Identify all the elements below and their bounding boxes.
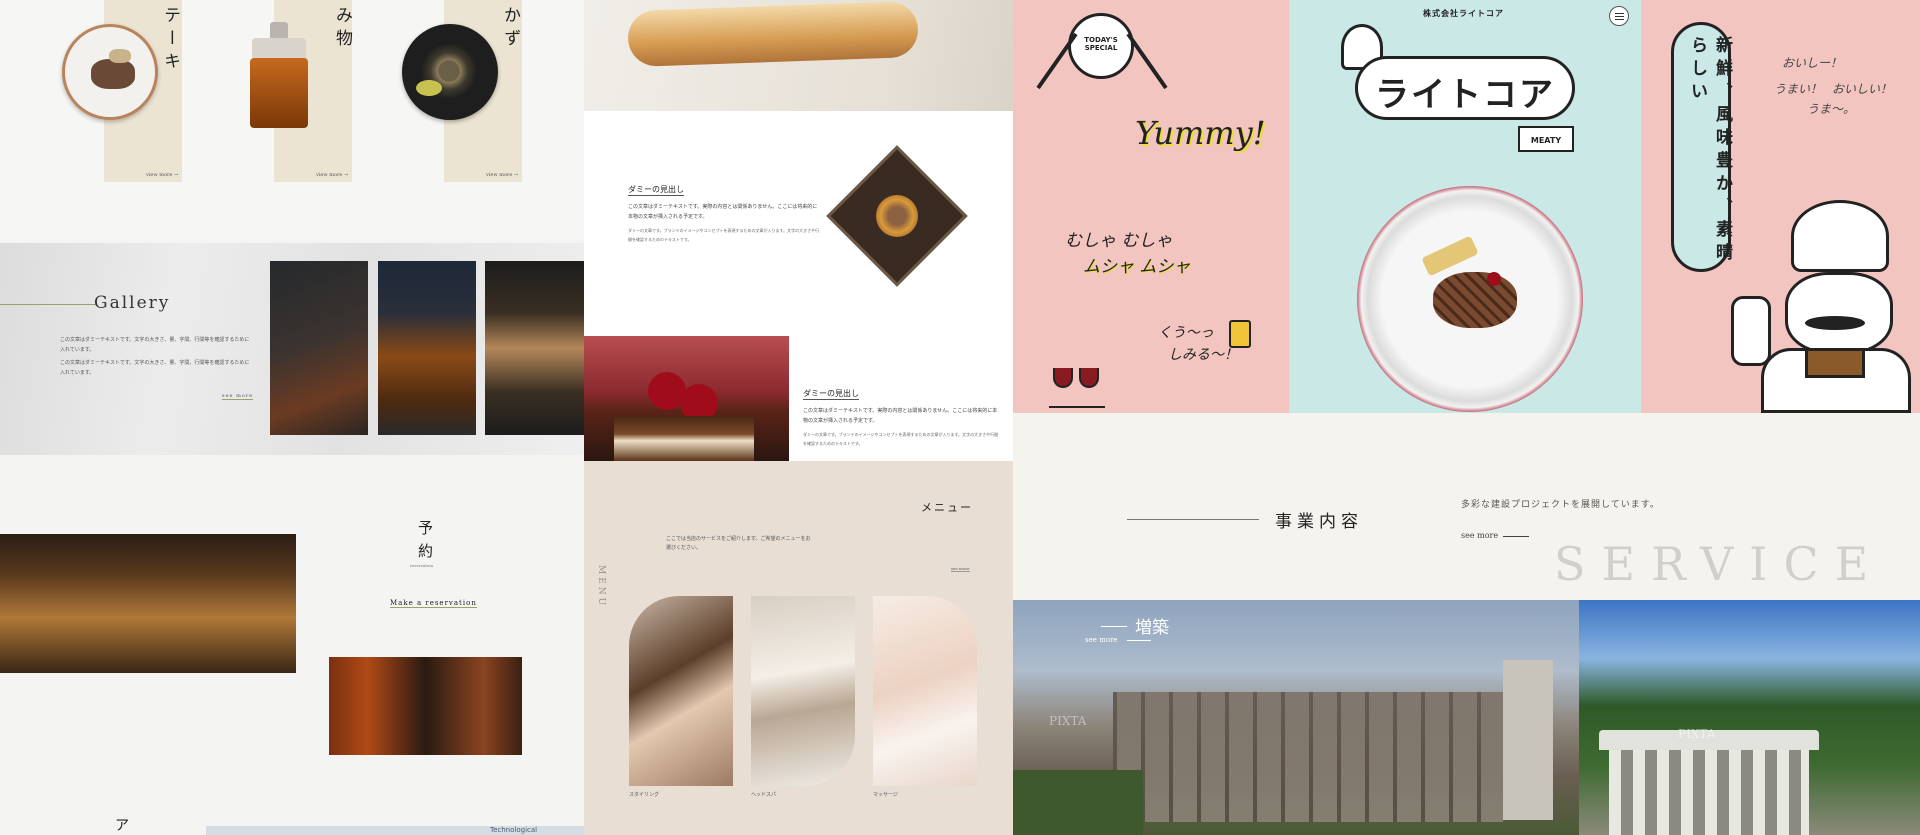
service-title: 事業内容 bbox=[1275, 512, 1363, 532]
menu-section: メニュー ここでは当店のサービスをご紹介します。ご希望のメニューをお選びください… bbox=[584, 461, 1013, 835]
menu-lead: ここでは当店のサービスをご紹介します。ご希望のメニューをお選びください。 bbox=[666, 536, 811, 551]
reservation-title-2: 約 bbox=[418, 542, 434, 560]
footer-access-char: ア bbox=[115, 818, 129, 834]
wine-glasses-icon bbox=[1049, 368, 1105, 408]
column-cafe-salon: ダミーの見出し この文章はダミーテキストです。実際の内容とは関係ありません。ここ… bbox=[584, 0, 1013, 835]
service-more-arrow[interactable] bbox=[1503, 536, 1529, 537]
product-more-1[interactable]: view more → bbox=[146, 172, 178, 178]
menu-item-styling-label[interactable]: スタイリング bbox=[629, 791, 659, 798]
gallery-rule bbox=[0, 304, 96, 305]
bread-hero-image bbox=[584, 0, 1013, 111]
shimiru-text: しみる〜！ bbox=[1168, 347, 1238, 363]
reservation-link[interactable]: Make a reservation bbox=[390, 599, 477, 608]
whisky-bottle-image bbox=[248, 22, 310, 130]
catch-copy: 新鮮、風味豊か、素晴らしい bbox=[1687, 36, 1732, 266]
gallery-image-grill[interactable] bbox=[270, 261, 368, 435]
service-title-rule bbox=[1127, 519, 1259, 520]
section-body-1: ダミーの文章です。ブランドのイメージやコンセプトを表現するための文章が入ります。… bbox=[628, 228, 820, 242]
mint-panel-center: 株式会社ライトコア ライトコア MEATY bbox=[1289, 0, 1641, 413]
service-big-word: SERVICE bbox=[1554, 537, 1885, 591]
beer-mug-icon bbox=[1229, 320, 1251, 348]
zouchiku-more-arrow[interactable] bbox=[1127, 640, 1151, 641]
pink-panel-right: 新鮮、風味豊か、素晴らしい おいしー！ うまい！ おいしい！ うま〜。 bbox=[1641, 0, 1920, 413]
gallery-more-link[interactable]: see more bbox=[222, 393, 254, 400]
menu-item-headspa-label[interactable]: ヘッドスパ bbox=[751, 791, 776, 798]
munya-text-1: むしゃ むしゃ bbox=[1065, 231, 1173, 251]
product-title-2: み物 bbox=[332, 6, 352, 52]
zouchiku-rule bbox=[1101, 626, 1127, 627]
service-desc: 多彩な建設プロジェクトを展開しています。 bbox=[1461, 500, 1660, 510]
product-strip: テーキ view more → み物 view more → かず view m… bbox=[0, 0, 584, 240]
menu-more-link[interactable]: see more bbox=[951, 566, 970, 572]
watermark-2: PIXTA bbox=[1678, 727, 1716, 741]
product-title-1: テーキ bbox=[160, 6, 180, 75]
dessert-square-image bbox=[826, 145, 968, 287]
gallery-body-1: この文章はダミーテキストです。文字の大きさ、量、字間、行間等を確認するために入れ… bbox=[60, 337, 250, 353]
gallery-section: Gallery この文章はダミーテキストです。文字の大きさ、量、字間、行間等を確… bbox=[0, 243, 584, 455]
menu-item-styling-image[interactable] bbox=[629, 596, 733, 786]
gallery-image-whisky[interactable] bbox=[378, 261, 476, 435]
reservation-title-1: 予 bbox=[418, 519, 434, 537]
product-more-3[interactable]: view more → bbox=[486, 172, 518, 178]
brand-logo-text: ライトコア bbox=[1375, 75, 1555, 115]
section-body-2: ダミーの文章です。ブランドのイメージやコンセプトを表現するための文章が入ります。… bbox=[803, 432, 999, 446]
product-more-2[interactable]: view more → bbox=[316, 172, 348, 178]
steak-dish-image bbox=[62, 24, 158, 120]
sushi-plate-image bbox=[402, 24, 498, 120]
zouchiku-more-link[interactable]: see more bbox=[1085, 636, 1117, 644]
yummy-text: Yummy! bbox=[1135, 114, 1266, 152]
menu-hamburger-button[interactable] bbox=[1609, 6, 1629, 26]
todays-special-badge: TODAY'S SPECIAL bbox=[1068, 13, 1134, 79]
reservation-subtitle: reservation bbox=[410, 563, 434, 568]
menu-item-massage-label[interactable]: マッサージ bbox=[873, 791, 898, 798]
voice-2: うまい！ bbox=[1774, 82, 1823, 96]
chef-character-image bbox=[1731, 198, 1911, 413]
zouchiku-title: 増築 bbox=[1135, 618, 1169, 638]
service-section: 事業内容 多彩な建設プロジェクトを展開しています。 see more SERVI… bbox=[1013, 413, 1920, 600]
kuu-text: くう〜っ bbox=[1158, 325, 1214, 341]
meaty-tag: MEATY bbox=[1518, 126, 1574, 152]
gallery-image-sushi[interactable] bbox=[485, 261, 584, 435]
column-brand-construction: TODAY'S SPECIAL Yummy! むしゃ むしゃ ムシャ ムシャ く… bbox=[1013, 0, 1920, 835]
knife-icon bbox=[1126, 32, 1168, 90]
service-more-link[interactable]: see more bbox=[1461, 531, 1498, 540]
menu-item-massage-image[interactable] bbox=[873, 596, 977, 786]
menu-title: メニュー bbox=[921, 501, 973, 514]
voice-3: おいしい！ bbox=[1832, 82, 1893, 96]
voice-1: おいしー！ bbox=[1782, 56, 1843, 70]
menu-side-label: MENU bbox=[596, 565, 606, 609]
restaurant-interior-image bbox=[0, 534, 296, 673]
product-title-3: かず bbox=[500, 6, 520, 52]
voice-4: うま〜。 bbox=[1807, 102, 1856, 116]
pink-panel-left: TODAY'S SPECIAL Yummy! むしゃ むしゃ ムシャ ムシャ く… bbox=[1013, 0, 1289, 413]
column-restaurant: テーキ view more → み物 view more → かず view m… bbox=[0, 0, 584, 835]
watermark-1: PIXTA bbox=[1049, 714, 1087, 728]
meaty-tag-text: MEATY bbox=[1530, 136, 1562, 145]
section-lead-2: この文章はダミーテキストです。実際の内容とは関係ありません。ここには将来的に本物… bbox=[803, 408, 998, 424]
construction-image-2[interactable] bbox=[1579, 600, 1920, 835]
company-name: 株式会社ライトコア bbox=[1423, 8, 1504, 18]
cake-image bbox=[584, 336, 789, 461]
gallery-title: Gallery bbox=[94, 293, 171, 313]
badge-text-2: SPECIAL bbox=[1084, 44, 1118, 52]
munya-text-2: ムシャ ムシャ bbox=[1083, 257, 1191, 277]
map-label: Technological bbox=[490, 826, 538, 834]
steak-plate-image bbox=[1357, 186, 1583, 412]
menu-item-headspa-image[interactable] bbox=[751, 596, 855, 786]
gallery-body-2: この文章はダミーテキストです。文字の大きさ、量、字間、行間等を確認するために入れ… bbox=[60, 360, 250, 376]
section-heading-1: ダミーの見出し bbox=[628, 185, 684, 196]
brand-logo[interactable]: ライトコア bbox=[1355, 56, 1575, 120]
section-lead-1: この文章はダミーテキストです。実際の内容とは関係ありません。ここには将来的に本物… bbox=[628, 204, 818, 220]
section-heading-2: ダミーの見出し bbox=[803, 389, 859, 400]
private-room-image bbox=[329, 657, 522, 755]
badge-text-1: TODAY'S bbox=[1084, 36, 1118, 44]
